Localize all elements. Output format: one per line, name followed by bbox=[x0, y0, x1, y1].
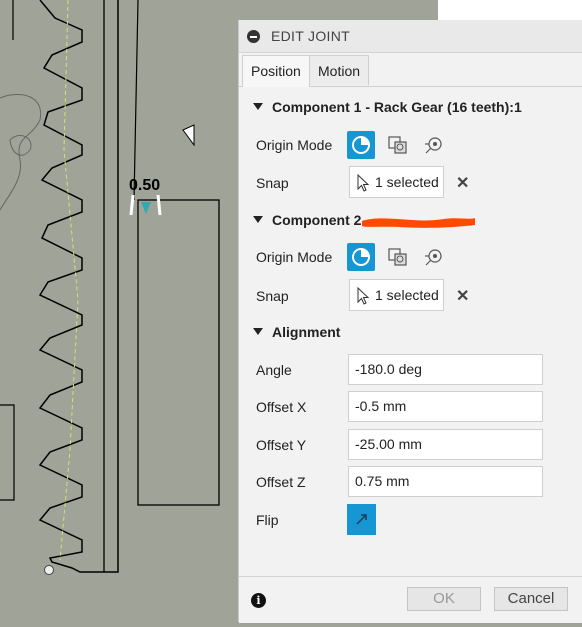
clear-selection-icon[interactable]: ✕ bbox=[456, 286, 469, 306]
collapse-triangle-icon bbox=[253, 328, 263, 335]
component-1-heading-text: Component 1 - Rack Gear (16 teeth):1 bbox=[272, 99, 522, 115]
cursor-arrow-icon bbox=[357, 174, 370, 192]
component-2-heading[interactable]: Component 2 bbox=[253, 212, 361, 228]
snap-label: Snap bbox=[256, 175, 289, 191]
two-edge-intersection-icon bbox=[425, 137, 442, 154]
origin-mode-between-button[interactable] bbox=[384, 131, 412, 159]
ok-button[interactable]: OK bbox=[407, 587, 481, 611]
angle-label: Angle bbox=[256, 362, 292, 378]
alignment-heading-text: Alignment bbox=[272, 324, 341, 340]
snap-label: Snap bbox=[256, 288, 289, 304]
tab-motion[interactable]: Motion bbox=[309, 55, 370, 85]
origin-mode-label: Origin Mode bbox=[256, 137, 333, 153]
offset-x-input[interactable]: -0.5 mm bbox=[348, 391, 543, 422]
flip-arrow-icon bbox=[356, 514, 367, 525]
cursor-arrow-icon bbox=[357, 287, 370, 305]
offset-z-label: Offset Z bbox=[256, 474, 306, 490]
snap-selection-text: 1 selected bbox=[375, 287, 439, 303]
between-two-faces-icon bbox=[388, 136, 407, 154]
tab-position[interactable]: Position bbox=[242, 55, 310, 87]
redaction-mark bbox=[362, 218, 475, 228]
offset-z-input[interactable]: 0.75 mm bbox=[348, 466, 543, 497]
two-edge-intersection-icon bbox=[425, 249, 442, 266]
origin-mode-simple-button[interactable] bbox=[347, 243, 375, 271]
between-two-faces-icon bbox=[388, 248, 407, 266]
origin-mode-between-button[interactable] bbox=[384, 243, 412, 271]
component-2-heading-text: Component 2 bbox=[272, 212, 362, 228]
panel-titlebar[interactable]: EDIT JOINT bbox=[239, 20, 582, 53]
origin-mode-label: Origin Mode bbox=[256, 249, 333, 265]
collapse-icon[interactable] bbox=[247, 30, 260, 43]
clear-selection-icon[interactable]: ✕ bbox=[456, 173, 469, 193]
edit-joint-panel: EDIT JOINT Position Motion Component 1 -… bbox=[238, 20, 582, 623]
offset-x-label: Offset X bbox=[256, 399, 307, 415]
tab-bar: Position Motion bbox=[239, 52, 582, 87]
origin-mode-two-edge-button[interactable] bbox=[420, 131, 448, 159]
alignment-heading[interactable]: Alignment bbox=[253, 324, 340, 340]
collapse-triangle-icon bbox=[253, 216, 263, 223]
offset-y-label: Offset Y bbox=[256, 437, 307, 453]
snap-selection-text: 1 selected bbox=[375, 174, 439, 190]
snap-selection-button[interactable]: 1 selected bbox=[349, 279, 444, 311]
panel-title: EDIT JOINT bbox=[271, 28, 350, 44]
angle-input[interactable]: -180.0 deg bbox=[348, 354, 543, 385]
panel-footer: i OK Cancel bbox=[239, 576, 582, 623]
origin-mode-two-edge-button[interactable] bbox=[420, 243, 448, 271]
cancel-button[interactable]: Cancel bbox=[494, 587, 568, 611]
origin-simple-icon bbox=[352, 248, 370, 266]
snap-selection-button[interactable]: 1 selected bbox=[349, 166, 444, 198]
info-icon[interactable]: i bbox=[251, 593, 266, 608]
component-1-heading[interactable]: Component 1 - Rack Gear (16 teeth):1 bbox=[253, 99, 522, 115]
flip-button[interactable] bbox=[347, 504, 376, 535]
collapse-triangle-icon bbox=[253, 103, 263, 110]
dimension-label: 0.50 bbox=[129, 177, 161, 194]
origin-simple-icon bbox=[352, 136, 370, 154]
origin-mode-simple-button[interactable] bbox=[347, 131, 375, 159]
flip-label: Flip bbox=[256, 512, 279, 528]
offset-y-input[interactable]: -25.00 mm bbox=[348, 429, 543, 460]
